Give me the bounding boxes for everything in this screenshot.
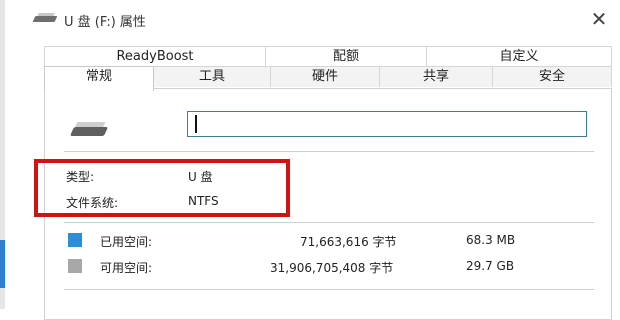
window-title: U 盘 (F:) 属性 [64, 15, 146, 30]
divider [64, 151, 594, 152]
tab-customize[interactable]: 自定义 [426, 46, 612, 67]
text-cursor [195, 115, 197, 133]
background-window-edge [0, 0, 5, 309]
drive-icon [69, 120, 110, 140]
tab-sharing[interactable]: 共享 [379, 66, 492, 87]
free-space-label: 可用空间: [100, 261, 153, 275]
volume-name-input[interactable] [187, 111, 587, 137]
tab-readyboost[interactable]: ReadyBoost [44, 46, 265, 67]
title-bar: U 盘 (F:) 属性 ✕ [0, 0, 620, 40]
free-space-size: 29.7 GB [466, 259, 515, 273]
free-space-bytes: 31,906,705,408 字节 [270, 261, 394, 275]
tab-general[interactable]: 常规 [44, 66, 154, 91]
tab-hardware[interactable]: 硬件 [270, 66, 379, 87]
background-window-accent [0, 240, 5, 288]
tab-quota[interactable]: 配额 [265, 46, 426, 67]
divider [64, 289, 594, 290]
usb-drive-icon [32, 16, 58, 22]
divider [64, 222, 594, 223]
used-space-color-swatch [68, 233, 82, 247]
used-space-label: 已用空间: [100, 235, 153, 249]
close-button[interactable]: ✕ [588, 6, 610, 32]
tab-security[interactable]: 安全 [492, 66, 612, 87]
free-space-color-swatch [68, 259, 82, 273]
red-highlight-box [34, 159, 290, 217]
used-space-bytes: 71,663,616 字节 [300, 235, 397, 249]
tab-tools[interactable]: 工具 [153, 66, 270, 87]
used-space-size: 68.3 MB [466, 233, 516, 247]
